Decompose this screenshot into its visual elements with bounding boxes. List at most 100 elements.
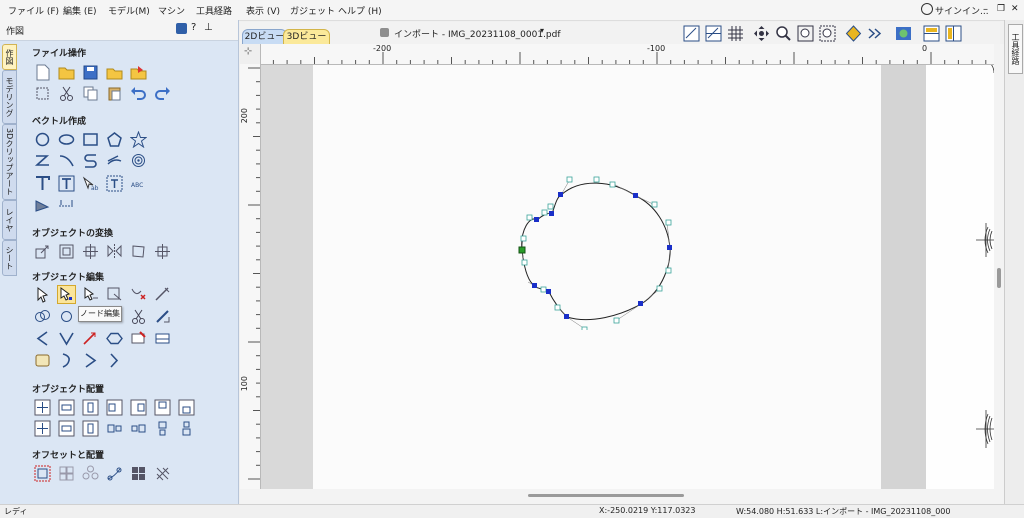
rectangle-icon[interactable] — [82, 131, 99, 148]
rotate-object-icon[interactable] — [82, 243, 99, 260]
scale-object-icon[interactable] — [58, 243, 75, 260]
star-icon[interactable] — [130, 131, 147, 148]
space-horizontal-icon[interactable] — [58, 420, 75, 437]
tab-modeling[interactable]: モデリング — [2, 70, 17, 124]
offset-vector-icon[interactable] — [34, 465, 51, 482]
group-right-icon[interactable] — [130, 420, 147, 437]
tab-3d-clipart[interactable]: 3Dクリップアート — [2, 124, 17, 200]
interactive-select-icon[interactable] — [106, 286, 123, 303]
view-split-icon[interactable] — [705, 25, 722, 42]
mirror-object-icon[interactable] — [106, 243, 123, 260]
minimize-button[interactable]: – — [983, 4, 988, 15]
horizontal-scrollbar[interactable] — [240, 489, 994, 504]
copy-along-vector-icon[interactable] — [106, 465, 123, 482]
open-folder-icon[interactable] — [58, 64, 75, 81]
align-bottom-icon[interactable] — [178, 399, 195, 416]
tab-2d-view[interactable]: 2Dビュー — [242, 29, 287, 45]
trim-vectors-icon[interactable] — [130, 308, 147, 325]
text-on-curve-icon[interactable]: ab — [82, 175, 99, 192]
grid-icon[interactable] — [727, 25, 744, 42]
menu-view[interactable]: 表示 (V) — [246, 4, 280, 17]
help-icon[interactable]: ? — [191, 22, 196, 33]
mesh-icon[interactable] — [154, 330, 171, 347]
menu-model[interactable]: モデル(M) — [108, 4, 150, 17]
extend-vector-icon[interactable] — [82, 330, 99, 347]
text-arc-icon[interactable]: ABC — [130, 175, 147, 192]
node-edit-icon[interactable] — [57, 285, 76, 304]
restore-button[interactable]: ❐ — [997, 4, 1005, 14]
align-center-page-icon[interactable] — [34, 399, 51, 416]
tab-3d-view[interactable]: 3Dビュー — [283, 29, 330, 45]
dimension-icon[interactable] — [34, 197, 51, 214]
paste-icon[interactable] — [106, 85, 123, 102]
smooth-vector-icon[interactable] — [154, 286, 171, 303]
fill-pattern-icon[interactable] — [154, 465, 171, 482]
ellipse-icon[interactable] — [58, 131, 75, 148]
menu-edit[interactable]: 編集 (E) — [63, 4, 97, 17]
ruler-corner[interactable]: ⊹ — [240, 44, 261, 65]
menu-help[interactable]: ヘルプ (H) — [338, 4, 382, 17]
new-file-icon[interactable] — [34, 64, 51, 81]
zoom-extents-icon[interactable] — [797, 25, 814, 42]
text-icon[interactable] — [34, 175, 51, 192]
nesting-icon[interactable] — [130, 465, 147, 482]
weld-vectors-icon[interactable] — [34, 308, 51, 325]
text-transform-icon[interactable] — [106, 175, 123, 192]
corner-icon[interactable] — [34, 330, 51, 347]
menu-gadget[interactable]: ガジェット — [290, 4, 335, 17]
move-object-icon[interactable] — [34, 243, 51, 260]
align-vcenter-icon[interactable] — [82, 399, 99, 416]
transform-select-icon[interactable] — [82, 286, 99, 303]
polyline-icon[interactable] — [34, 152, 51, 169]
pin-icon[interactable]: ⊥ — [204, 22, 213, 33]
bracket-icon[interactable] — [58, 352, 75, 369]
snap-icon[interactable] — [845, 25, 862, 42]
center-objects-icon[interactable] — [34, 420, 51, 437]
measure-icon[interactable] — [58, 197, 75, 214]
circle-icon[interactable] — [34, 131, 51, 148]
fillet-icon[interactable] — [154, 308, 171, 325]
group-left-icon[interactable] — [106, 420, 123, 437]
menu-machine[interactable]: マシン — [158, 4, 185, 17]
menu-toolpath[interactable]: 工具経路 — [196, 4, 232, 17]
redo-icon[interactable] — [154, 85, 171, 102]
align-hcenter-icon[interactable] — [58, 399, 75, 416]
menu-file[interactable]: ファイル (F) — [8, 4, 59, 17]
delete-vectors-icon[interactable] — [130, 286, 147, 303]
polygon-icon[interactable] — [106, 131, 123, 148]
group-bottom-icon[interactable] — [178, 420, 195, 437]
nest-icon[interactable] — [34, 352, 51, 369]
align-center-icon[interactable] — [154, 243, 171, 260]
bracket-alt-icon[interactable] — [106, 352, 123, 369]
subtract-vectors-icon[interactable] — [58, 308, 75, 325]
array-copy-icon[interactable] — [58, 465, 75, 482]
join-vectors-icon[interactable] — [106, 330, 123, 347]
zoom-selection-icon[interactable] — [819, 25, 836, 42]
align-left-icon[interactable] — [106, 399, 123, 416]
align-right-icon[interactable] — [130, 399, 147, 416]
layout-icon[interactable] — [923, 25, 940, 42]
arc-icon[interactable] — [58, 152, 75, 169]
tab-toolpaths[interactable]: 工具経路 — [1008, 24, 1023, 74]
curve-icon[interactable] — [82, 152, 99, 169]
save-icon[interactable] — [82, 64, 99, 81]
smart-snap-icon[interactable] — [867, 25, 884, 42]
view-2d-icon[interactable] — [683, 25, 700, 42]
spiral-icon[interactable] — [130, 152, 147, 169]
dogbone-icon[interactable] — [58, 330, 75, 347]
vertical-scroll-thumb[interactable] — [997, 268, 1001, 288]
text-frame-icon[interactable] — [58, 175, 75, 192]
cut-icon[interactable] — [58, 85, 75, 102]
select-tool-icon[interactable] — [34, 286, 51, 303]
tab-layers[interactable]: レイヤ — [2, 200, 17, 240]
circular-array-icon[interactable] — [82, 465, 99, 482]
chevron-down-icon[interactable]: ▾ — [540, 26, 544, 35]
distort-object-icon[interactable] — [130, 243, 147, 260]
chevron-icon[interactable] — [82, 352, 99, 369]
spiral-curve-icon[interactable] — [106, 152, 123, 169]
group-top-icon[interactable] — [154, 420, 171, 437]
import-image-icon[interactable] — [130, 64, 147, 81]
horizontal-scroll-thumb[interactable] — [528, 494, 684, 497]
close-button[interactable]: ✕ — [1011, 4, 1019, 14]
import-folder-icon[interactable] — [106, 64, 123, 81]
